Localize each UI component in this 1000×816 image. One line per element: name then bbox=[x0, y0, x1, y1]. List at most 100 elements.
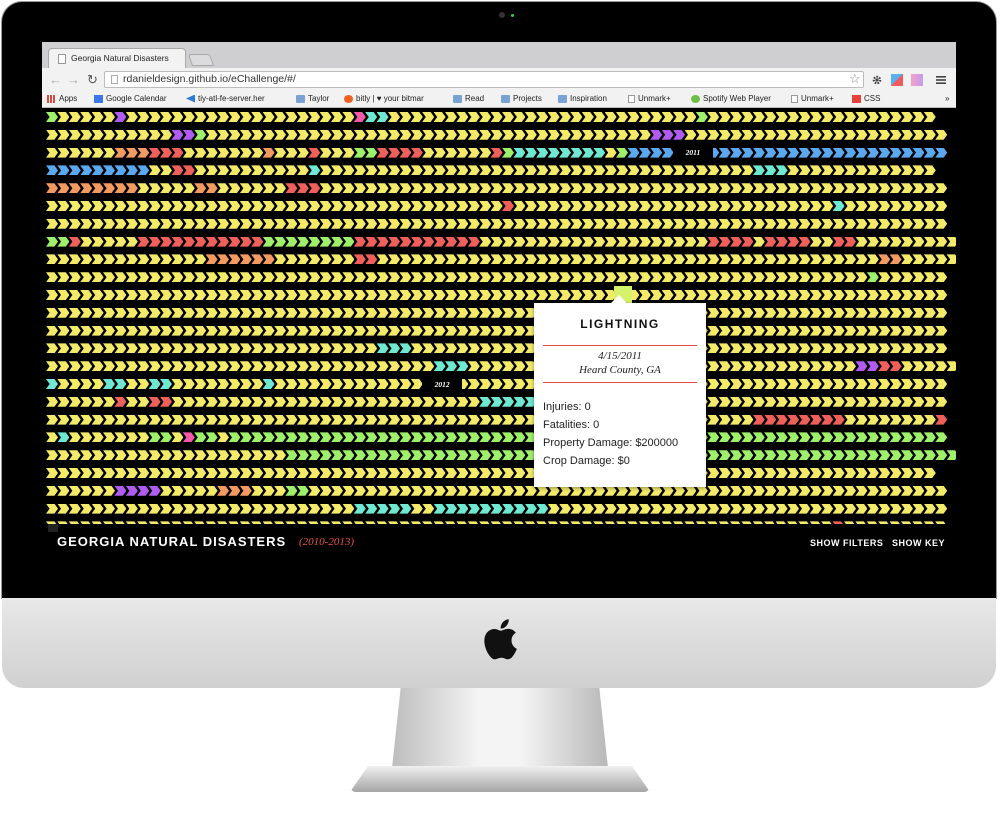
disaster-event-chevron[interactable] bbox=[467, 129, 480, 140]
disaster-event-chevron[interactable] bbox=[399, 485, 412, 496]
disaster-event-chevron[interactable] bbox=[103, 414, 115, 425]
disaster-event-chevron[interactable] bbox=[889, 503, 902, 514]
disaster-event-chevron[interactable] bbox=[125, 272, 138, 283]
disaster-event-chevron[interactable] bbox=[46, 396, 58, 407]
disaster-event-chevron[interactable] bbox=[832, 165, 845, 176]
disaster-event-chevron[interactable] bbox=[741, 129, 754, 140]
disaster-event-chevron[interactable] bbox=[787, 361, 799, 372]
disaster-event-chevron[interactable] bbox=[889, 129, 902, 140]
disaster-event-chevron[interactable] bbox=[194, 201, 207, 211]
disaster-event-chevron[interactable] bbox=[536, 272, 549, 283]
disaster-event-chevron[interactable] bbox=[160, 468, 172, 478]
disaster-event-chevron[interactable] bbox=[832, 201, 845, 211]
disaster-event-chevron[interactable] bbox=[479, 147, 492, 158]
disaster-event-chevron[interactable] bbox=[513, 503, 526, 514]
disaster-event-chevron[interactable] bbox=[456, 414, 469, 425]
disaster-event-chevron[interactable] bbox=[274, 218, 286, 229]
disaster-event-chevron[interactable] bbox=[251, 343, 264, 354]
disaster-event-chevron[interactable] bbox=[342, 361, 355, 372]
disaster-event-chevron[interactable] bbox=[148, 165, 161, 176]
disaster-event-chevron[interactable] bbox=[239, 147, 252, 158]
disaster-event-chevron[interactable] bbox=[673, 183, 685, 194]
disaster-event-chevron[interactable] bbox=[91, 290, 104, 300]
disaster-event-chevron[interactable] bbox=[91, 325, 104, 336]
disaster-event-chevron[interactable] bbox=[410, 503, 423, 514]
disaster-event-chevron[interactable] bbox=[787, 468, 799, 478]
extension-icon[interactable] bbox=[891, 74, 903, 86]
disaster-event-chevron[interactable] bbox=[422, 129, 435, 140]
disaster-event-chevron[interactable] bbox=[502, 432, 514, 443]
disaster-event-chevron[interactable] bbox=[787, 432, 799, 443]
disaster-event-chevron[interactable] bbox=[376, 503, 389, 514]
disaster-event-chevron[interactable] bbox=[91, 361, 104, 372]
disaster-event-chevron[interactable] bbox=[878, 325, 891, 336]
disaster-event-chevron[interactable] bbox=[935, 254, 948, 265]
disaster-event-chevron[interactable] bbox=[114, 361, 127, 372]
disaster-event-chevron[interactable] bbox=[821, 361, 834, 372]
disaster-event-chevron[interactable] bbox=[80, 450, 93, 461]
disaster-event-chevron[interactable] bbox=[570, 183, 583, 194]
disaster-event-chevron[interactable] bbox=[433, 218, 446, 229]
disaster-event-chevron[interactable] bbox=[171, 379, 184, 389]
disaster-event-chevron[interactable] bbox=[388, 307, 400, 318]
disaster-event-chevron[interactable] bbox=[490, 183, 503, 194]
disaster-event-chevron[interactable] bbox=[650, 236, 663, 247]
disaster-event-chevron[interactable] bbox=[296, 218, 309, 229]
disaster-event-chevron[interactable] bbox=[103, 307, 115, 318]
disaster-event-chevron[interactable] bbox=[91, 307, 104, 318]
disaster-event-chevron[interactable] bbox=[91, 379, 104, 389]
disaster-event-chevron[interactable] bbox=[182, 201, 195, 211]
disaster-event-chevron[interactable] bbox=[502, 236, 514, 247]
disaster-event-chevron[interactable] bbox=[319, 236, 332, 247]
disaster-event-chevron[interactable] bbox=[57, 236, 70, 247]
disaster-event-chevron[interactable] bbox=[103, 290, 115, 300]
disaster-event-chevron[interactable] bbox=[182, 183, 195, 194]
disaster-event-chevron[interactable] bbox=[148, 183, 161, 194]
disaster-event-chevron[interactable] bbox=[331, 201, 343, 211]
disaster-event-chevron[interactable] bbox=[205, 307, 218, 318]
disaster-event-chevron[interactable] bbox=[616, 236, 628, 247]
disaster-event-chevron[interactable] bbox=[308, 112, 321, 122]
disaster-event-chevron[interactable] bbox=[616, 183, 628, 194]
disaster-event-chevron[interactable] bbox=[422, 201, 435, 211]
disaster-event-chevron[interactable] bbox=[205, 468, 218, 478]
disaster-event-chevron[interactable] bbox=[57, 112, 70, 122]
disaster-event-chevron[interactable] bbox=[376, 112, 389, 122]
disaster-event-chevron[interactable] bbox=[68, 485, 81, 496]
disaster-event-chevron[interactable] bbox=[422, 414, 435, 425]
disaster-event-chevron[interactable] bbox=[353, 379, 366, 389]
disaster-event-chevron[interactable] bbox=[923, 450, 936, 461]
disaster-event-chevron[interactable] bbox=[901, 165, 913, 176]
disaster-event-chevron[interactable] bbox=[388, 272, 400, 283]
disaster-event-chevron[interactable] bbox=[775, 361, 788, 372]
disaster-event-chevron[interactable] bbox=[901, 218, 913, 229]
disaster-event-chevron[interactable] bbox=[513, 129, 526, 140]
disaster-event-chevron[interactable] bbox=[844, 485, 856, 496]
disaster-event-chevron[interactable] bbox=[194, 165, 207, 176]
disaster-event-chevron[interactable] bbox=[217, 450, 229, 461]
disaster-event-chevron[interactable] bbox=[798, 503, 811, 514]
disaster-event-chevron[interactable] bbox=[319, 165, 332, 176]
disaster-event-chevron[interactable] bbox=[479, 272, 492, 283]
disaster-event-chevron[interactable] bbox=[399, 503, 412, 514]
disaster-event-chevron[interactable] bbox=[707, 201, 720, 211]
disaster-event-chevron[interactable] bbox=[547, 272, 560, 283]
disaster-event-chevron[interactable] bbox=[844, 414, 856, 425]
disaster-event-chevron[interactable] bbox=[559, 485, 571, 496]
disaster-event-chevron[interactable] bbox=[798, 129, 811, 140]
disaster-event-chevron[interactable] bbox=[502, 147, 514, 158]
disaster-event-chevron[interactable] bbox=[467, 272, 480, 283]
disaster-event-chevron[interactable] bbox=[365, 485, 378, 496]
disaster-event-chevron[interactable] bbox=[445, 147, 457, 158]
disaster-event-chevron[interactable] bbox=[353, 396, 366, 407]
disaster-event-chevron[interactable] bbox=[775, 129, 788, 140]
disaster-event-chevron[interactable] bbox=[832, 272, 845, 283]
disaster-event-chevron[interactable] bbox=[912, 307, 925, 318]
disaster-event-chevron[interactable] bbox=[707, 379, 720, 389]
disaster-event-chevron[interactable] bbox=[832, 396, 845, 407]
disaster-event-chevron[interactable] bbox=[125, 307, 138, 318]
disaster-event-chevron[interactable] bbox=[844, 361, 856, 372]
disaster-event-chevron[interactable] bbox=[103, 379, 115, 389]
disaster-event-chevron[interactable] bbox=[262, 343, 275, 354]
disaster-event-chevron[interactable] bbox=[524, 165, 537, 176]
